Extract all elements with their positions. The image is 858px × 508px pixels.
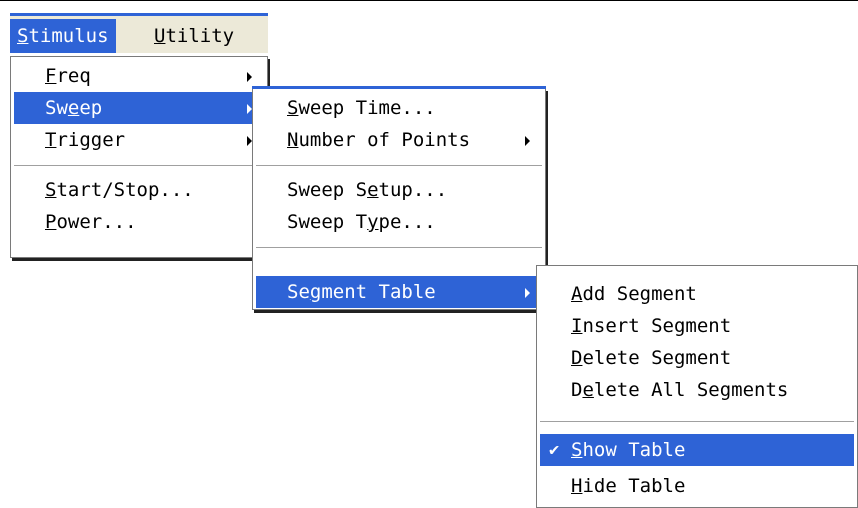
accelerator-key: y: [367, 211, 379, 233]
submenu-arrow-icon: [247, 72, 252, 82]
label-part: Sw: [45, 97, 68, 119]
menu-utility[interactable]: Utility: [147, 19, 241, 53]
accelerator-key: S: [45, 179, 57, 201]
menu-item-sweep-setup[interactable]: Sweep Setup...: [256, 174, 542, 206]
label-part: Sweep S: [287, 179, 368, 201]
menu-item-delete-all-segments[interactable]: Delete All Segments: [540, 374, 854, 406]
label-part: timulus: [28, 25, 109, 47]
menu-item-show-table[interactable]: ✔ Show Table: [540, 434, 854, 466]
menu-item-sweep-time[interactable]: Sweep Time...: [256, 92, 542, 124]
accelerator-key: S: [17, 25, 29, 47]
label-part: tup...: [378, 179, 448, 201]
menu-top-border: [252, 86, 546, 89]
accelerator-key: H: [571, 475, 583, 497]
menu-separator: [14, 165, 264, 167]
sweep-submenu: Sweep Time... Number of Points Sweep Set…: [252, 86, 546, 310]
accelerator-key: P: [45, 211, 57, 233]
label-part: D: [571, 379, 583, 401]
accelerator-key: D: [571, 347, 583, 369]
accelerator-key: e: [582, 379, 594, 401]
label-part: ep: [79, 97, 103, 119]
accelerator-key: e: [67, 97, 80, 119]
menu-item-sweep[interactable]: Sweep: [14, 92, 264, 124]
accelerator-key: A: [571, 283, 583, 305]
label-part: Se: [287, 281, 310, 303]
accelerator-key: I: [571, 315, 583, 337]
checkmark-icon: ✔: [549, 440, 560, 460]
label-part: tility: [165, 25, 235, 47]
label-part: how Table: [582, 439, 686, 461]
menu-stimulus[interactable]: Stimulus: [10, 19, 116, 53]
menu-separator: [256, 165, 542, 167]
menu-separator: [540, 421, 854, 423]
label-part: req: [56, 65, 91, 87]
menu-item-power[interactable]: Power...: [14, 206, 264, 238]
segment-table-submenu: Add Segment Insert Segment Delete Segmen…: [536, 265, 858, 508]
label-part: rigger: [56, 129, 126, 151]
label-part: tart/Stop...: [56, 179, 194, 201]
label-part: umber of Points: [298, 129, 471, 151]
label-part: lete All Segments: [593, 379, 789, 401]
menu-item-insert-segment[interactable]: Insert Segment: [540, 310, 854, 342]
menu-separator: [256, 247, 542, 249]
label-part: ide Table: [582, 475, 686, 497]
menu-bar: Stimulus Utility: [10, 13, 268, 53]
stimulus-menu: Freq Sweep Trigger Start/Stop... Power..…: [10, 56, 268, 258]
label-part: ment Table: [321, 281, 436, 303]
menu-item-trigger[interactable]: Trigger: [14, 124, 264, 156]
menu-item-add-segment[interactable]: Add Segment: [540, 278, 854, 310]
menu-item-segment-table[interactable]: Segment Table: [256, 276, 542, 308]
accelerator-key: S: [287, 97, 299, 119]
submenu-arrow-icon: [525, 136, 530, 146]
menu-item-start-stop[interactable]: Start/Stop...: [14, 174, 264, 206]
menu-item-hide-table[interactable]: Hide Table: [540, 470, 854, 502]
label-part: dd Segment: [582, 283, 697, 305]
window-top-border: [0, 0, 858, 1]
accelerator-key: g: [309, 281, 322, 303]
menu-item-delete-segment[interactable]: Delete Segment: [540, 342, 854, 374]
accelerator-key: T: [45, 129, 57, 151]
accelerator-key: F: [45, 65, 57, 87]
accelerator-key: U: [154, 25, 166, 47]
menu-item-freq[interactable]: Freq: [14, 60, 264, 92]
accelerator-key: S: [571, 439, 583, 461]
label-part: pe...: [378, 211, 436, 233]
accelerator-key: N: [287, 129, 299, 151]
label-part: weep Time...: [298, 97, 436, 119]
label-part: Sweep T: [287, 211, 368, 233]
menu-item-number-of-points[interactable]: Number of Points: [256, 124, 542, 156]
accelerator-key: e: [367, 179, 379, 201]
menu-item-sweep-type[interactable]: Sweep Type...: [256, 206, 542, 238]
label-part: elete Segment: [582, 347, 732, 369]
label-part: ower...: [56, 211, 137, 233]
label-part: nsert Segment: [582, 315, 732, 337]
submenu-arrow-icon: [525, 288, 530, 298]
